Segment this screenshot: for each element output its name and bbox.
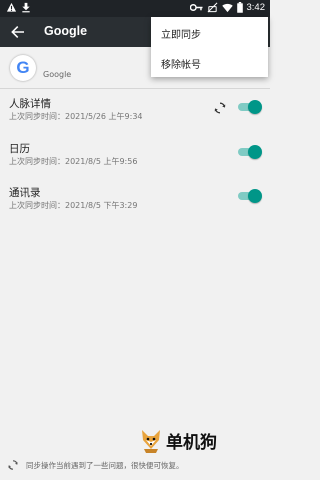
- watermark: 单机狗: [138, 427, 238, 453]
- vpn-key-icon: [189, 3, 203, 12]
- watermark-text: 单机狗: [166, 433, 217, 453]
- status-bar: 3:42: [0, 0, 270, 17]
- overflow-menu: 立即同步 移除帐号: [151, 17, 268, 77]
- menu-item-remove-account[interactable]: 移除帐号: [151, 47, 268, 77]
- sync-item-last-sync: 上次同步时间：2021/5/26 上午9:34: [9, 112, 143, 121]
- sync-item-last-sync: 上次同步时间：2021/8/5 上午9:56: [9, 157, 138, 166]
- arrow-back-icon[interactable]: [10, 24, 26, 40]
- toggle-thumb: [248, 100, 262, 114]
- sync-status-footer: 同步操作当前遇到了一些问题，很快便可恢复。: [0, 455, 270, 475]
- sync-item-title: 日历: [9, 143, 30, 155]
- google-logo-icon: G: [10, 55, 36, 81]
- toggle-thumb: [248, 189, 262, 203]
- account-type-label: Google: [43, 70, 72, 79]
- sync-item-last-sync: 上次同步时间：2021/8/5 下午3:29: [9, 201, 138, 210]
- toggle-thumb: [248, 145, 262, 159]
- sync-item-title: 通讯录: [9, 187, 41, 199]
- download-icon: [22, 2, 30, 13]
- sync-icon: [214, 102, 226, 114]
- dog-mascot-icon: [142, 430, 160, 453]
- menu-item-label: 立即同步: [161, 30, 201, 41]
- sync-status-message: 同步操作当前遇到了一些问题，很快便可恢复。: [26, 461, 184, 470]
- sync-problem-icon: [8, 460, 18, 470]
- sync-item-contacts-details[interactable]: 人脉详情 上次同步时间：2021/5/26 上午9:34: [0, 90, 270, 134]
- status-time: 3:42: [246, 2, 266, 13]
- menu-item-label: 移除帐号: [161, 60, 201, 71]
- sync-toggle-contacts-details[interactable]: [238, 100, 262, 114]
- battery-icon: [236, 2, 243, 13]
- menu-item-sync-now[interactable]: 立即同步: [151, 17, 268, 47]
- alert-icon: [6, 2, 17, 12]
- google-logo-letter: G: [16, 58, 30, 77]
- sync-item-title: 人脉详情: [9, 98, 51, 110]
- page-title: Google: [44, 24, 88, 38]
- sync-toggle-calendar[interactable]: [238, 145, 262, 159]
- sync-item-contacts[interactable]: 通讯录 上次同步时间：2021/8/5 下午3:29: [0, 179, 270, 223]
- sync-toggle-contacts[interactable]: [238, 189, 262, 203]
- signal-off-icon: [207, 2, 217, 13]
- sync-item-calendar[interactable]: 日历 上次同步时间：2021/8/5 上午9:56: [0, 135, 270, 179]
- wifi-icon: [221, 3, 233, 12]
